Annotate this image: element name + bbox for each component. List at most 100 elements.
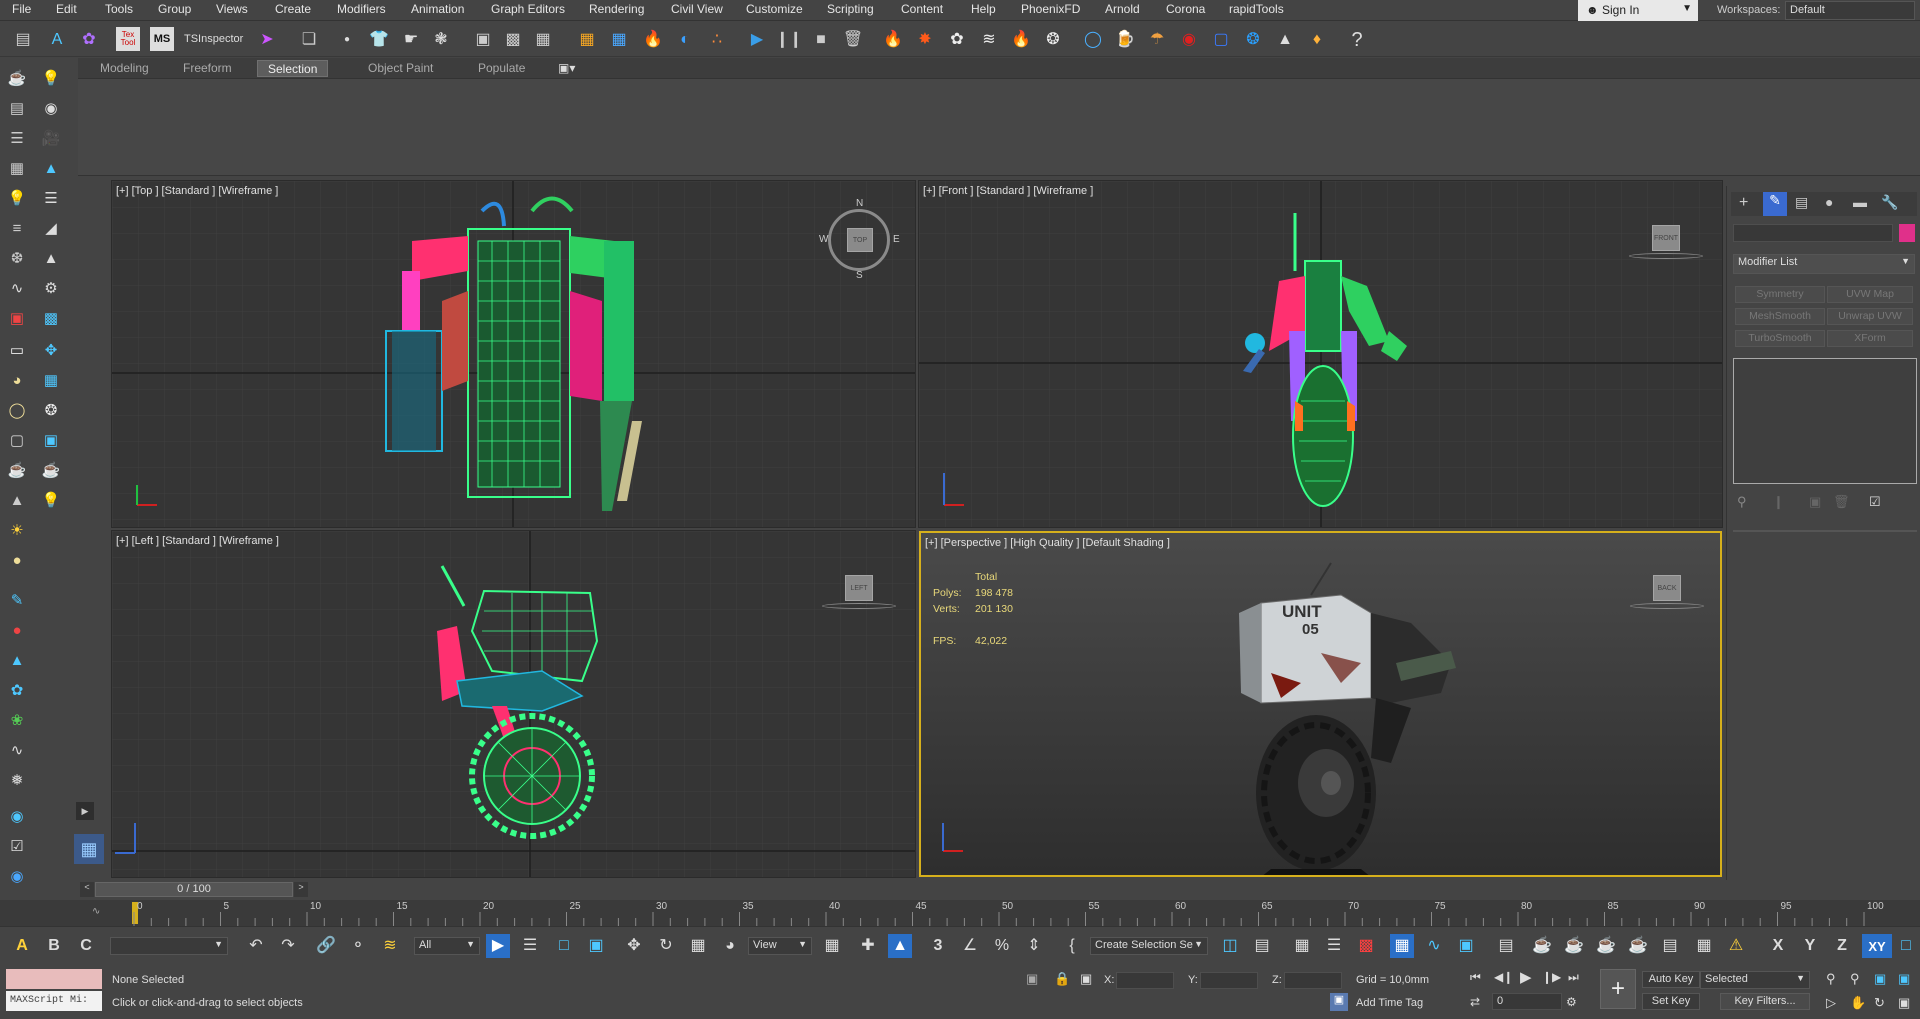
sunlight-icon[interactable]: ☀ — [4, 518, 30, 542]
maxscript-mini-listener[interactable]: MAXScript Mi: — [6, 991, 102, 1011]
render-setup-icon[interactable]: ▩ — [500, 27, 526, 53]
modifier-stack[interactable] — [1733, 358, 1917, 484]
tab-freeform[interactable]: Freeform — [173, 60, 242, 77]
make-unique-icon[interactable]: ▣ — [1809, 494, 1821, 510]
render-setup-icon[interactable]: ▤ — [1494, 934, 1518, 958]
key-selection-dropdown[interactable]: Selected ▼ — [1700, 971, 1810, 989]
object-color-swatch[interactable] — [1899, 224, 1915, 242]
phoenix-particles-icon[interactable]: ∴ — [704, 27, 730, 53]
rect-selection-icon[interactable]: □ — [552, 934, 576, 958]
meshsmooth-button[interactable]: MeshSmooth — [1735, 308, 1825, 325]
create-selection-set-dropdown[interactable]: Create Selection Se ▼ — [1090, 937, 1208, 955]
foam-icon[interactable]: ▲ — [1272, 27, 1298, 53]
spotlight-icon[interactable]: 💡 — [38, 488, 64, 512]
remove-modifier-icon[interactable]: 🗑 — [1833, 494, 1850, 510]
reference-coord-dropdown[interactable]: View ▼ — [748, 937, 812, 955]
time-slider[interactable]: 0 / 100 — [95, 882, 293, 897]
preset-dropdown[interactable]: ▼ — [110, 937, 228, 955]
globe-icon[interactable]: ◉ — [4, 804, 30, 828]
render-frame-icon[interactable]: ▣ — [470, 27, 496, 53]
timeline[interactable]: ∿ 0 5 10 15 20 25 30 35 40 45 50 55 60 65 70 75 80 85 90 95… — [0, 900, 1920, 926]
wind-icon[interactable]: ≋ — [976, 27, 1002, 53]
group-icon[interactable]: ❂ — [38, 398, 64, 422]
selection-filter-dropdown[interactable]: All ▼ — [414, 937, 480, 955]
motion-tab-icon[interactable]: ● — [1825, 194, 1833, 210]
phoenix-fire-icon[interactable]: 🔥 — [640, 27, 666, 53]
x-field[interactable] — [1116, 972, 1174, 989]
kettle-icon[interactable]: ☕ — [4, 458, 30, 482]
render-production-icon[interactable]: ▦ — [530, 27, 556, 53]
smoke-icon[interactable]: ✿ — [944, 27, 970, 53]
render-icon[interactable]: ▤ — [4, 96, 30, 120]
pan-icon[interactable]: ✋ — [1850, 995, 1866, 1011]
paint-icon[interactable]: ✎ — [4, 588, 30, 612]
time-config-icon[interactable]: ⚙ — [1566, 995, 1577, 1009]
joints-icon[interactable]: ▣ — [4, 306, 30, 330]
set-key-button[interactable]: Set Key — [1642, 993, 1700, 1010]
grass-icon[interactable]: ❀ — [4, 708, 30, 732]
key-filters-button[interactable]: Key Filters... — [1720, 993, 1810, 1010]
listener-mini[interactable] — [6, 969, 102, 989]
undo-icon[interactable]: ↶ — [244, 934, 268, 958]
configure-sets-icon[interactable]: ☑ — [1869, 494, 1881, 510]
cone-icon[interactable]: ▲ — [4, 488, 30, 512]
fire-quick-icon[interactable]: ✸ — [912, 27, 938, 53]
turbosmooth-button[interactable]: TurboSmooth — [1735, 330, 1825, 347]
object-name-field[interactable] — [1733, 224, 1893, 242]
warning-icon[interactable]: ⚠ — [1724, 934, 1748, 958]
curve-editor-icon[interactable]: ▦ — [1390, 934, 1414, 958]
mixer-icon[interactable]: ♦ — [1304, 27, 1330, 53]
unwrap-uvw-button[interactable]: Unwrap UVW — [1827, 308, 1913, 325]
fire-source-icon[interactable]: 🔥 — [880, 27, 906, 53]
z-field[interactable] — [1284, 972, 1342, 989]
auto-key-button[interactable]: Auto Key — [1642, 971, 1700, 988]
hair-icon[interactable]: ∿ — [4, 738, 30, 762]
menu-rapidtools[interactable]: rapidTools — [1229, 2, 1284, 16]
toggle-scene-explorer-icon[interactable]: ▦ — [1290, 934, 1314, 958]
pin-stack-icon[interactable]: ⚲ — [1737, 494, 1747, 510]
checklist-icon[interactable]: ☑ — [4, 834, 30, 858]
unlink-icon[interactable]: ⚬ — [346, 934, 370, 958]
field-of-view-icon[interactable]: ▷ — [1826, 995, 1836, 1011]
scale-icon[interactable]: ▦ — [686, 934, 710, 958]
menu-animation[interactable]: Animation — [411, 2, 464, 16]
place-icon[interactable]: ◕ — [718, 934, 742, 958]
keyboard-shortcut-icon[interactable]: ▲ — [888, 934, 912, 958]
previous-frame-icon[interactable]: ◀❙ — [1494, 970, 1513, 984]
list-icon[interactable]: ☰ — [4, 126, 30, 150]
menu-scripting[interactable]: Scripting — [827, 2, 874, 16]
slope-icon[interactable]: ◢ — [38, 216, 64, 240]
material-editor-icon[interactable]: ▣ — [1454, 934, 1478, 958]
zoom-all-icon[interactable]: ⚲ — [1850, 971, 1860, 987]
set-keys-button[interactable]: + — [1600, 969, 1636, 1009]
viewcube-compass[interactable]: N S E W TOP — [819, 198, 900, 281]
next-frame-icon[interactable]: ❙▶ — [1542, 970, 1561, 984]
viewport-left-label[interactable]: [+] [Left ] [Standard ] [Wireframe ] — [116, 535, 279, 547]
curve-editor-icon[interactable]: ∿ — [92, 906, 100, 917]
expand-icon[interactable]: ▶ — [76, 802, 94, 820]
ribbon-options-icon[interactable]: ▣▾ — [548, 60, 585, 77]
align-icon[interactable]: ▤ — [1250, 934, 1274, 958]
table-icon[interactable]: ▦ — [4, 156, 30, 180]
tab-populate[interactable]: Populate — [468, 60, 535, 77]
menu-rendering[interactable]: Rendering — [589, 2, 644, 16]
select-object-icon[interactable]: ▶ — [486, 934, 510, 958]
stop-icon[interactable]: ■ — [808, 27, 834, 53]
modify-tab-icon[interactable]: ✎ — [1763, 192, 1787, 216]
render-iterative-icon[interactable]: ☕ — [1626, 934, 1650, 958]
select-by-name-icon[interactable]: ☰ — [518, 934, 542, 958]
media-icon[interactable]: ◉ — [4, 864, 30, 888]
go-to-end-icon[interactable]: ⏭ — [1568, 970, 1579, 985]
viewcube-left[interactable]: LEFT — [845, 575, 873, 601]
zoom-extents-all-icon[interactable]: ▣ — [1898, 971, 1910, 987]
network-icon[interactable]: ▲ — [4, 648, 30, 672]
menu-file[interactable]: File — [12, 2, 31, 16]
xform-button[interactable]: XForm — [1827, 330, 1913, 347]
viewport-top-label[interactable]: [+] [Top ] [Standard ] [Wireframe ] — [116, 185, 278, 197]
viewport-left[interactable]: [+] [Left ] [Standard ] [Wireframe ] LEF… — [111, 530, 916, 878]
rotate-icon[interactable]: ↻ — [654, 934, 678, 958]
plugin-icon[interactable]: ✿ — [76, 27, 102, 53]
maximize-viewport-icon[interactable]: ▣ — [1898, 995, 1910, 1011]
ms-icon[interactable]: MS — [150, 27, 174, 51]
show-end-result-icon[interactable]: ❙ — [1773, 494, 1784, 510]
